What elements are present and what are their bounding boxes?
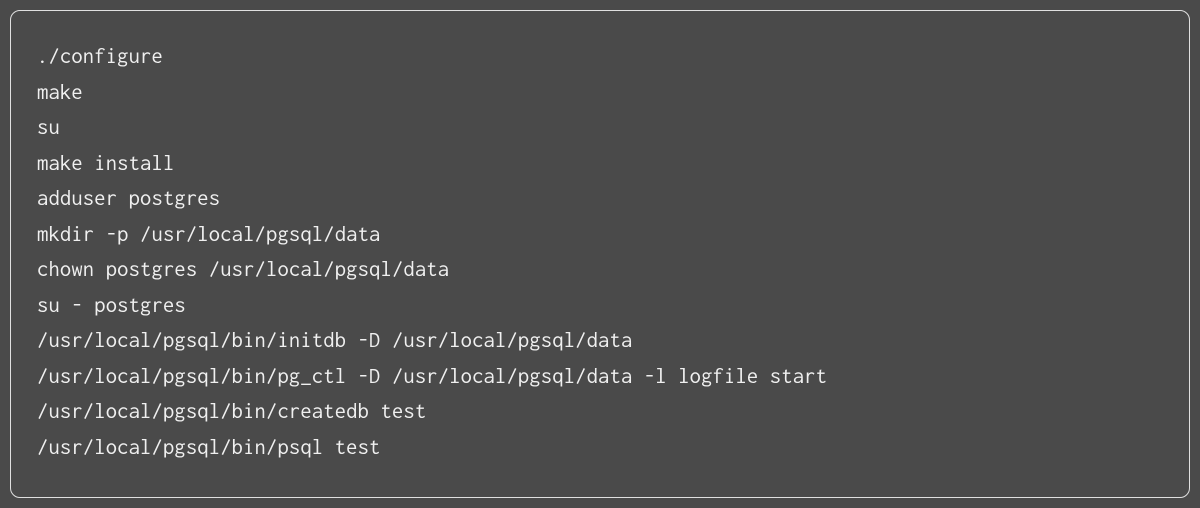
code-line: /usr/local/pgsql/bin/createdb test (37, 394, 1163, 430)
code-line: chown postgres /usr/local/pgsql/data (37, 252, 1163, 288)
code-line: /usr/local/pgsql/bin/initdb -D /usr/loca… (37, 323, 1163, 359)
code-line: su (37, 110, 1163, 146)
code-line: make install (37, 146, 1163, 182)
code-line: ./configure (37, 39, 1163, 75)
code-line: /usr/local/pgsql/bin/psql test (37, 430, 1163, 466)
code-line: make (37, 75, 1163, 111)
code-line: su - postgres (37, 288, 1163, 324)
code-line: adduser postgres (37, 181, 1163, 217)
code-line: mkdir -p /usr/local/pgsql/data (37, 217, 1163, 253)
code-block: ./configure make su make install adduser… (10, 10, 1190, 498)
code-line: /usr/local/pgsql/bin/pg_ctl -D /usr/loca… (37, 359, 1163, 395)
